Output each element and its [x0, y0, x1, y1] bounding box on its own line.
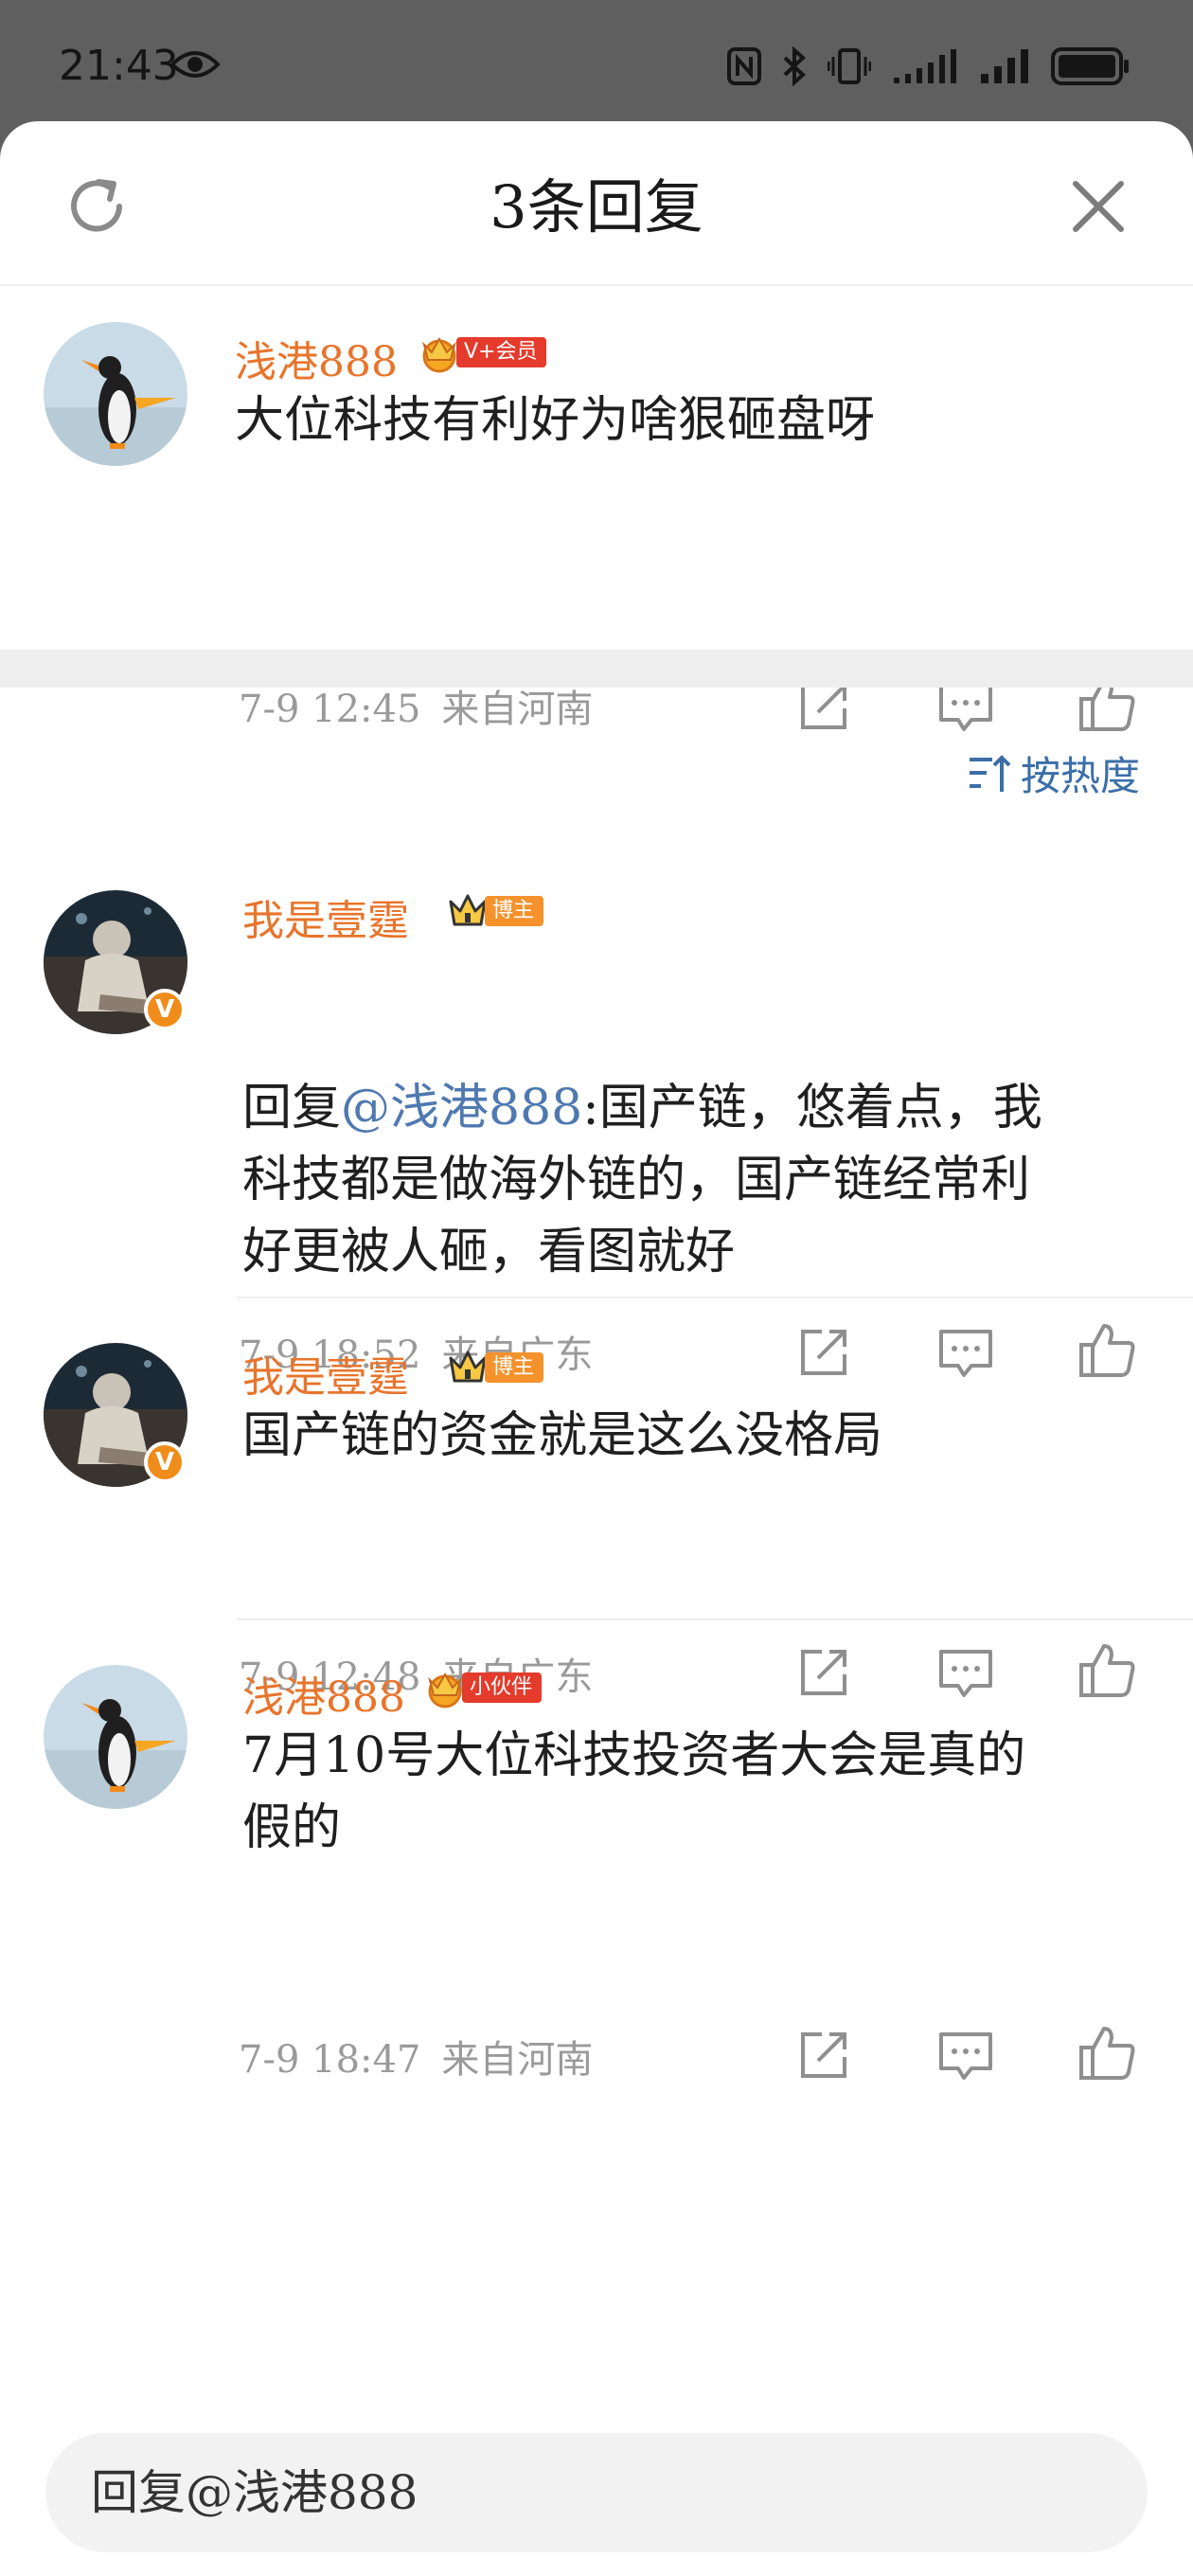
eye-icon — [170, 51, 220, 78]
reply-input-container[interactable] — [45, 2433, 1148, 2552]
replies-sheet: 3条回复 浅港888 V+会员 大位科技有利好为啥狠砸盘呀 7-9 12:45 … — [0, 121, 1193, 2576]
like-button[interactable] — [1077, 2023, 1138, 2084]
share-icon — [801, 1330, 846, 1375]
share-icon — [801, 2032, 846, 2078]
signal-icon — [981, 49, 1028, 83]
share-button[interactable] — [793, 2025, 854, 2085]
comment-icon — [939, 1330, 992, 1377]
username[interactable]: 浅港888 — [242, 1663, 405, 1724]
blogger-medal: 博主 — [445, 890, 544, 932]
timestamp: 7-9 18:47 — [239, 2038, 421, 2082]
battery-icon — [1051, 47, 1129, 85]
reply-text-line: 好更被人砸，看图就好 — [242, 1224, 736, 1280]
vibrate-icon — [828, 48, 871, 84]
reply-prefix: 回复 — [242, 1080, 342, 1136]
comment-icon — [939, 1650, 992, 1697]
reply-text-line: 7月10号大位科技投资者大会是真的 — [242, 1727, 1026, 1784]
reply-text: :国产链，悠着点，我 — [582, 1080, 1042, 1136]
location: 来自河南 — [441, 688, 594, 731]
partner-badge: 小伙伴 — [462, 1673, 543, 1703]
share-button[interactable] — [793, 1642, 854, 1703]
like-button[interactable] — [1077, 1320, 1138, 1381]
username[interactable]: 浅港888 — [235, 328, 398, 388]
divider — [237, 1619, 1193, 1620]
nfc-icon — [727, 47, 761, 85]
reply-text-line: 假的 — [242, 1799, 342, 1856]
username[interactable]: 我是壹霆 — [242, 1343, 409, 1404]
thumbs-up-icon — [1079, 1324, 1135, 1377]
divider — [237, 1297, 1193, 1298]
sheet-header: 3条回复 — [0, 121, 1193, 286]
thumbs-up-icon — [1079, 2027, 1135, 2080]
blogger-medal: 博主 — [445, 1347, 544, 1388]
crown-icon — [449, 1351, 487, 1383]
share-button[interactable] — [793, 1322, 854, 1383]
mention-link[interactable]: @浅港888 — [341, 1080, 582, 1136]
section-divider — [0, 650, 1193, 688]
location: 来自河南 — [441, 2038, 594, 2082]
status-icons — [727, 44, 1131, 89]
timestamp: 7-9 12:45 — [239, 688, 421, 731]
bluetooth-icon — [783, 46, 806, 86]
comment-text: 大位科技有利好为啥狠砸盘呀 — [235, 392, 876, 449]
signal-icon — [894, 49, 956, 83]
comment-button[interactable] — [935, 1322, 996, 1383]
partner-medal: 小伙伴 — [422, 1667, 543, 1708]
crown-icon — [449, 894, 487, 926]
comment-meta: 7-9 18:47 来自河南 — [239, 2029, 593, 2084]
username[interactable]: 我是壹霆 — [242, 886, 409, 947]
crown-icon — [422, 336, 456, 373]
verified-icon: V — [144, 989, 186, 1030]
blogger-badge: 博主 — [485, 896, 544, 926]
status-bar: 21:43 — [0, 0, 1193, 128]
close-icon[interactable] — [1064, 172, 1132, 241]
comment-icon — [939, 2032, 992, 2080]
thumbs-up-icon — [1079, 1644, 1135, 1697]
sheet-title: 3条回复 — [490, 172, 703, 242]
share-icon — [801, 1650, 846, 1695]
verified-icon: V — [144, 1441, 186, 1483]
vip-badge: V+会员 — [456, 337, 547, 367]
penguin-avatar-image — [44, 1665, 187, 1809]
reply-text-line: 回复@浅港888:国产链，悠着点，我 — [242, 1072, 1042, 1144]
penguin-avatar-image — [44, 322, 187, 466]
comment-button[interactable] — [935, 1642, 996, 1703]
status-time: 21:43 — [59, 42, 179, 90]
reply-text: 国产链的资金就是这么没格局 — [242, 1407, 883, 1464]
avatar[interactable] — [44, 322, 187, 466]
reply-input[interactable] — [91, 2433, 1095, 2552]
sort-button[interactable]: 按热度 — [968, 744, 1140, 801]
like-button[interactable] — [1077, 1640, 1138, 1701]
sort-icon — [969, 755, 1011, 792]
crown-icon — [428, 1672, 462, 1708]
member-medal: V+会员 — [417, 331, 547, 373]
comment-button[interactable] — [935, 2025, 996, 2085]
blogger-badge: 博主 — [485, 1352, 544, 1383]
sort-label: 按热度 — [1020, 752, 1140, 799]
reply-text-line: 科技都是做海外链的，国产链经常利 — [242, 1152, 1031, 1208]
avatar[interactable] — [44, 1665, 187, 1809]
